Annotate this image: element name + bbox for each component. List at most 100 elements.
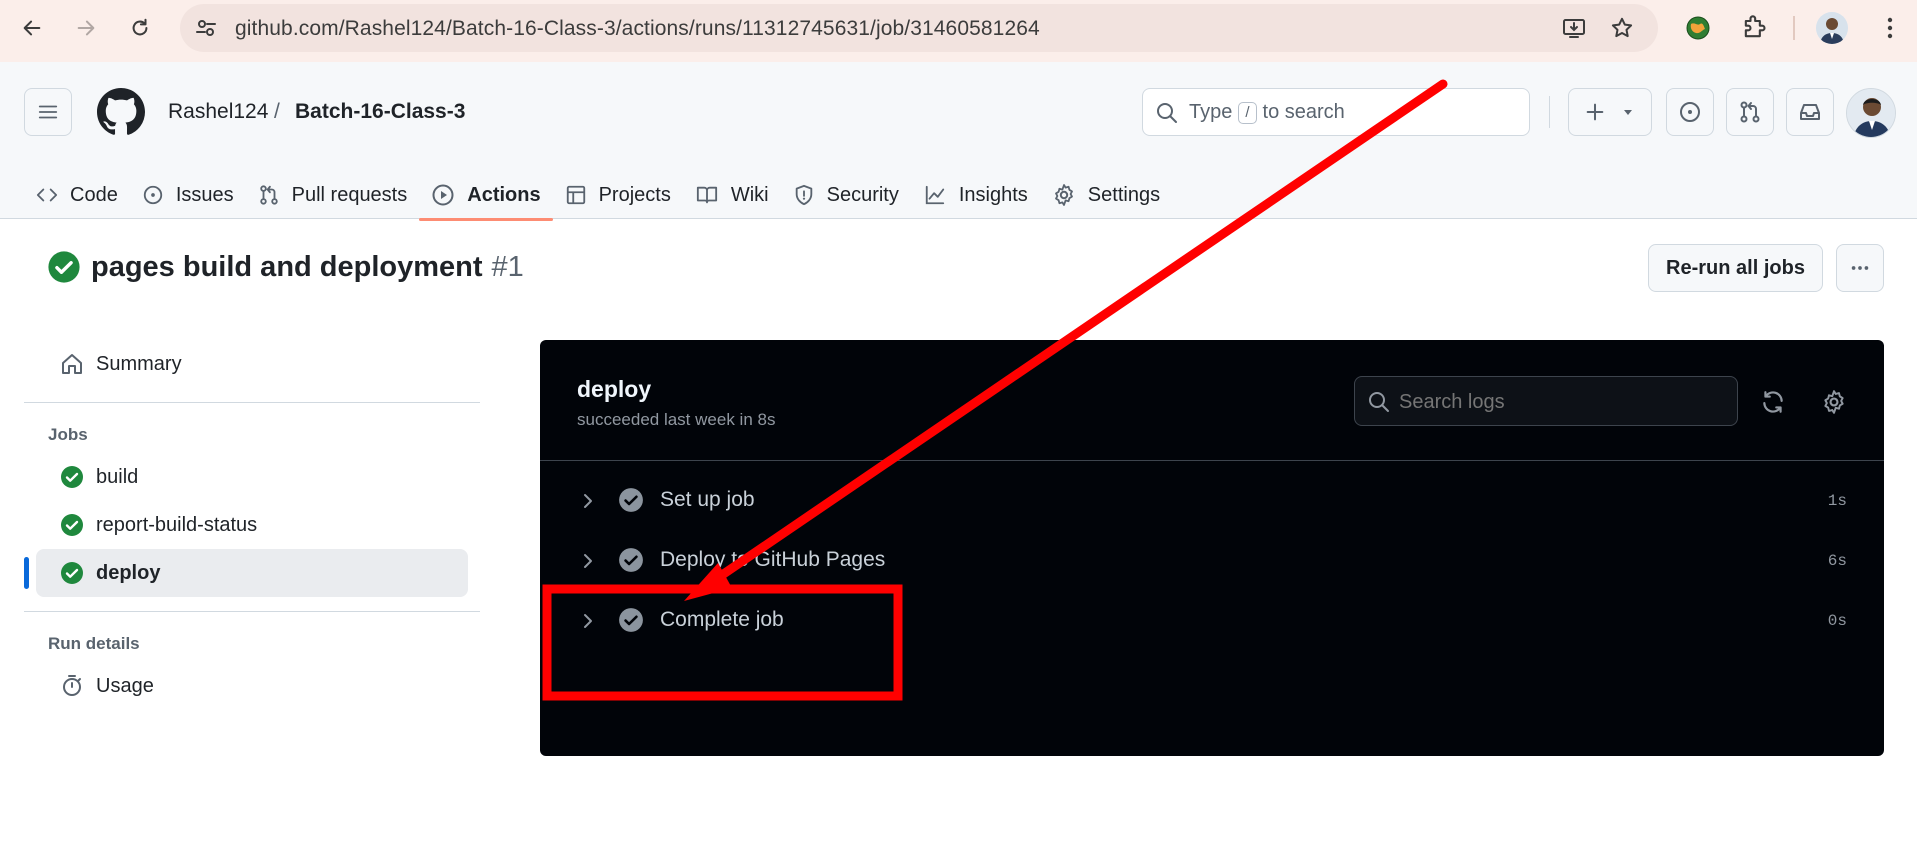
profile-avatar[interactable] xyxy=(1816,12,1848,44)
issue-icon xyxy=(143,185,162,205)
inbox-button[interactable] xyxy=(1786,88,1834,136)
gear-icon xyxy=(1824,390,1844,414)
owner-link[interactable]: Rashel124 xyxy=(168,100,268,124)
triangle-down-icon xyxy=(1624,110,1632,115)
tab-code[interactable]: Code xyxy=(24,170,130,220)
step-duration: 0s xyxy=(1827,612,1847,630)
tab-label: Projects xyxy=(598,183,671,206)
job-label: deploy xyxy=(96,561,161,584)
issue-opened-icon xyxy=(1680,102,1700,122)
check-circle-fill-icon xyxy=(61,562,83,584)
bookmark-star-icon[interactable] xyxy=(1610,16,1634,40)
step-label: Deploy to GitHub Pages xyxy=(660,548,886,571)
repo-header: Rashel124 / Batch-16-Class-3 Type / to s… xyxy=(0,62,1917,221)
tab-insights[interactable]: Insights xyxy=(911,170,1040,220)
forward-icon[interactable] xyxy=(68,10,104,46)
tab-actions[interactable]: Actions xyxy=(419,170,553,221)
tab-label: Wiki xyxy=(730,183,769,206)
tab-issues[interactable]: Issues xyxy=(130,170,246,220)
pull-request-icon xyxy=(259,185,278,205)
url-text[interactable]: github.com/Rashel124/Batch-16-Class-3/ac… xyxy=(235,17,1040,41)
home-icon xyxy=(62,354,82,374)
browser-menu-icon[interactable] xyxy=(1876,14,1904,42)
tab-settings[interactable]: Settings xyxy=(1040,170,1172,220)
code-icon xyxy=(36,188,58,202)
check-circle-icon xyxy=(619,608,643,632)
run-sidebar: Summary Jobs build report-build-status d… xyxy=(24,340,480,710)
chevron-right-icon xyxy=(584,554,592,568)
check-circle-fill-icon xyxy=(48,251,80,283)
git-pull-request-icon xyxy=(1740,101,1760,123)
run-number: #1 xyxy=(491,250,524,283)
toolbar-divider xyxy=(1793,16,1795,40)
jobs-heading: Jobs xyxy=(48,425,88,444)
tab-label: Code xyxy=(70,183,118,206)
install-app-icon[interactable] xyxy=(1562,16,1586,40)
search-shortcut-key: / xyxy=(1238,101,1257,124)
address-bar[interactable]: github.com/Rashel124/Batch-16-Class-3/ac… xyxy=(180,4,1658,52)
tab-label: Security xyxy=(826,183,899,206)
job-item-deploy[interactable]: deploy xyxy=(24,549,468,597)
chevron-right-icon xyxy=(584,494,592,508)
job-item-build[interactable]: build xyxy=(36,453,468,501)
extension-globe-icon[interactable] xyxy=(1684,14,1712,42)
search-icon xyxy=(1367,390,1391,419)
step-label: Set up job xyxy=(660,488,755,511)
job-label: report-build-status xyxy=(96,513,258,536)
reload-icon[interactable] xyxy=(122,10,158,46)
search-logs-field[interactable] xyxy=(1354,376,1738,426)
tab-security[interactable]: Security xyxy=(781,170,911,220)
more-options-button[interactable] xyxy=(1836,244,1884,292)
site-settings-icon[interactable] xyxy=(194,16,218,40)
run-title: pages build and deployment #1 xyxy=(47,250,524,284)
tab-pull-requests[interactable]: Pull requests xyxy=(246,170,420,220)
check-circle-fill-icon xyxy=(61,514,83,536)
book-icon xyxy=(696,186,717,204)
menu-button[interactable] xyxy=(24,88,72,136)
pull-requests-button[interactable] xyxy=(1726,88,1774,136)
log-step-complete-job[interactable]: Complete job 0s xyxy=(540,593,1884,649)
sync-icon xyxy=(1763,391,1783,413)
kebab-horizontal-icon xyxy=(1851,266,1869,270)
tab-label: Issues xyxy=(175,183,234,206)
repo-link[interactable]: Batch-16-Class-3 xyxy=(295,100,465,124)
summary-label: Summary xyxy=(96,352,182,375)
hamburger-icon xyxy=(38,105,58,119)
sidebar-divider xyxy=(24,402,480,403)
log-step-set-up-job[interactable]: Set up job 1s xyxy=(540,473,1884,529)
job-status-text: succeeded last week in 8s xyxy=(577,410,776,429)
step-duration: 6s xyxy=(1827,552,1847,570)
log-header-divider xyxy=(540,460,1884,461)
issues-button[interactable] xyxy=(1666,88,1714,136)
search-icon xyxy=(1155,101,1179,125)
run-details-heading: Run details xyxy=(48,634,140,653)
back-icon[interactable] xyxy=(14,10,50,46)
tab-label: Settings xyxy=(1087,183,1161,206)
usage-label: Usage xyxy=(96,674,154,697)
sidebar-divider xyxy=(24,611,480,612)
check-circle-icon xyxy=(619,488,643,512)
header-divider xyxy=(1549,96,1550,128)
create-new-button[interactable] xyxy=(1568,88,1652,136)
play-icon xyxy=(432,184,454,206)
search-logs-input[interactable] xyxy=(1399,391,1719,414)
usage-link[interactable]: Usage xyxy=(36,662,468,710)
extensions-puzzle-icon[interactable] xyxy=(1740,14,1768,42)
github-logo-icon[interactable] xyxy=(97,88,145,136)
log-step-deploy-to-github-pages[interactable]: Deploy to GitHub Pages 6s xyxy=(540,533,1884,589)
summary-link[interactable]: Summary xyxy=(36,340,468,388)
plus-icon xyxy=(1586,103,1604,121)
job-item-report-build-status[interactable]: report-build-status xyxy=(36,501,468,549)
stopwatch-icon xyxy=(63,675,81,696)
check-circle-fill-icon xyxy=(61,466,83,488)
graph-icon xyxy=(925,185,945,205)
tab-projects[interactable]: Projects xyxy=(553,170,683,220)
log-settings-button[interactable] xyxy=(1818,386,1850,418)
rerun-all-jobs-button[interactable]: Re-run all jobs xyxy=(1648,244,1823,292)
search-input[interactable]: Type / to search xyxy=(1142,88,1530,136)
refresh-logs-button[interactable] xyxy=(1757,386,1789,418)
tab-wiki[interactable]: Wiki xyxy=(683,170,781,220)
step-label: Complete job xyxy=(660,608,784,631)
shield-icon xyxy=(795,184,812,206)
user-avatar[interactable] xyxy=(1846,88,1896,138)
